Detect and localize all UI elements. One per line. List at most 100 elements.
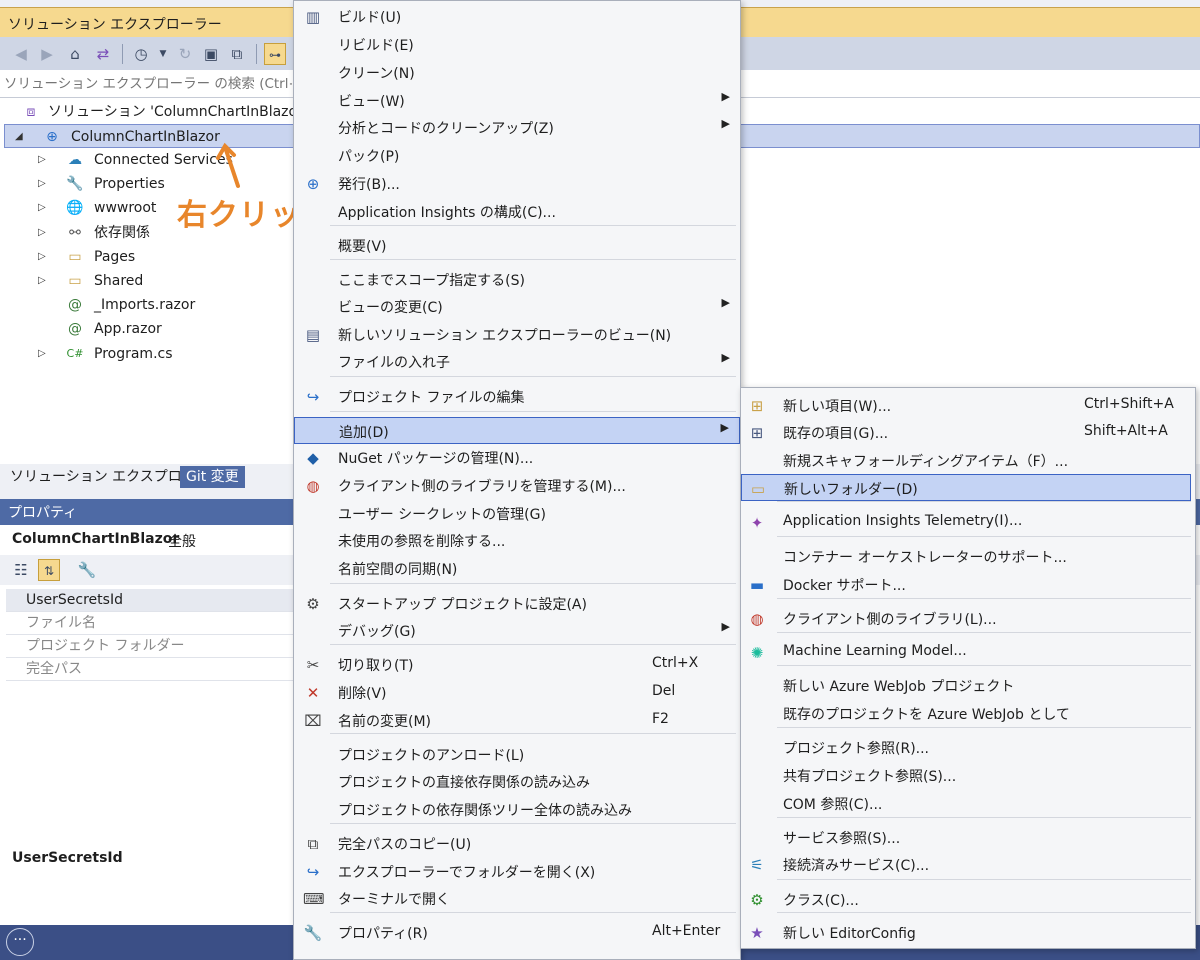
- tree-item[interactable]: ▷ ▭ Shared: [0, 269, 293, 293]
- menu-item[interactable]: ユーザー シークレットの管理(G): [294, 500, 740, 527]
- cut-icon: ✂: [306, 656, 320, 674]
- toolbar-separator: [122, 44, 123, 64]
- tab-git-changes[interactable]: Git 変更: [180, 466, 245, 488]
- menu-item[interactable]: クリーン(N): [294, 59, 740, 86]
- back-icon[interactable]: ◀: [10, 43, 32, 65]
- collapsed-arrow-icon[interactable]: ▷: [38, 172, 50, 196]
- menu-item-label: ここまでスコープ指定する(S): [338, 273, 525, 289]
- menu-item[interactable]: プロジェクトの直接依存関係の読み込み: [294, 768, 740, 795]
- property-row[interactable]: 完全パス: [6, 658, 293, 681]
- search-input[interactable]: [4, 73, 292, 95]
- expanded-arrow-icon[interactable]: ◢: [15, 125, 27, 149]
- collapsed-arrow-icon[interactable]: ▷: [38, 269, 50, 293]
- submenu-item[interactable]: コンテナー オーケストレーターのサポート...: [741, 543, 1191, 570]
- menu-item[interactable]: ◆ NuGet パッケージの管理(N)...: [294, 444, 740, 471]
- property-description-title: UserSecretsId: [12, 850, 123, 866]
- menu-item[interactable]: ◍ クライアント側のライブラリを管理する(M)...: [294, 472, 740, 499]
- menu-item[interactable]: ✕ 削除(V) Del: [294, 679, 740, 706]
- tree-item[interactable]: @ App.razor: [0, 317, 293, 341]
- menu-item[interactable]: ↪ プロジェクト ファイルの編集: [294, 383, 740, 410]
- menu-item[interactable]: ビューの変更(C) ▶: [294, 293, 740, 320]
- submenu-item[interactable]: 新しい Azure WebJob プロジェクト: [741, 672, 1191, 699]
- submenu-item[interactable]: プロジェクト参照(R)...: [741, 734, 1191, 761]
- collapsed-arrow-icon[interactable]: ▷: [38, 148, 50, 172]
- categorized-icon[interactable]: ☷: [10, 559, 32, 581]
- submenu-item[interactable]: ◍ クライアント側のライブラリ(L)...: [741, 605, 1191, 632]
- submenu-item[interactable]: ▭ 新しいフォルダー(D): [741, 474, 1191, 501]
- submenu-item[interactable]: サービス参照(S)...: [741, 824, 1191, 851]
- menu-item[interactable]: パック(P): [294, 142, 740, 169]
- menu-item[interactable]: ⚙ スタートアップ プロジェクトに設定(A): [294, 590, 740, 617]
- menu-item[interactable]: ▤ 新しいソリューション エクスプローラーのビュー(N): [294, 321, 740, 348]
- menu-item[interactable]: ここまでスコープ指定する(S): [294, 266, 740, 293]
- collapsed-arrow-icon[interactable]: ▷: [38, 196, 50, 220]
- tree-item[interactable]: @ _Imports.razor: [0, 293, 293, 317]
- pending-changes-filter-icon[interactable]: ◷: [130, 43, 152, 65]
- collapse-all-icon[interactable]: ▣: [200, 43, 222, 65]
- menu-item[interactable]: ⌧ 名前の変更(M) F2: [294, 707, 740, 734]
- property-row[interactable]: UserSecretsId: [6, 589, 293, 612]
- more-options-icon[interactable]: ···: [6, 928, 34, 956]
- menu-item[interactable]: デバッグ(G) ▶: [294, 617, 740, 644]
- menu-item[interactable]: 分析とコードのクリーンアップ(Z) ▶: [294, 114, 740, 141]
- menu-item-label: クリーン(N): [338, 66, 415, 82]
- property-row[interactable]: プロジェクト フォルダー: [6, 635, 293, 658]
- tree-item-label: Pages: [94, 248, 136, 265]
- submenu-item[interactable]: ✺ Machine Learning Model...: [741, 639, 1191, 666]
- menu-item[interactable]: ⌨ ターミナルで開く: [294, 885, 740, 912]
- menu-item[interactable]: ▥ ビルド(U): [294, 3, 740, 30]
- submenu-item[interactable]: COM 参照(C)...: [741, 790, 1191, 817]
- tree-item[interactable]: ▷ ▭ Pages: [0, 245, 293, 269]
- menu-item[interactable]: 名前空間の同期(N): [294, 555, 740, 582]
- menu-item[interactable]: ↪ エクスプローラーでフォルダーを開く(X): [294, 858, 740, 885]
- collapsed-arrow-icon[interactable]: ▷: [38, 245, 50, 269]
- submenu-item[interactable]: 共有プロジェクト参照(S)...: [741, 762, 1191, 789]
- submenu-item[interactable]: ★ 新しい EditorConfig: [741, 919, 1191, 946]
- submenu-item[interactable]: 新規スキャフォールディングアイテム（F）...: [741, 447, 1191, 474]
- client-library-icon: ◍: [306, 477, 320, 495]
- show-all-files-icon[interactable]: ⧉: [226, 43, 248, 65]
- menu-item[interactable]: ⧉ 完全パスのコピー(U): [294, 830, 740, 857]
- collapsed-arrow-icon[interactable]: ▷: [38, 221, 50, 245]
- submenu-item[interactable]: 既存のプロジェクトを Azure WebJob として: [741, 700, 1191, 727]
- menu-item[interactable]: リビルド(E): [294, 31, 740, 58]
- property-pages-wrench-icon[interactable]: 🔧: [76, 559, 98, 581]
- tree-item-solution[interactable]: ⧈ ソリューション 'ColumnChartInBlazor' (1,: [0, 100, 330, 124]
- menu-item[interactable]: 追加(D) ▶: [294, 417, 740, 444]
- switch-views-icon[interactable]: ⇄: [92, 43, 114, 65]
- menu-item[interactable]: プロジェクトの依存関係ツリー全体の読み込み: [294, 796, 740, 823]
- alphabetical-sort-icon[interactable]: ⇅: [38, 559, 60, 581]
- forward-icon[interactable]: ▶: [36, 43, 58, 65]
- rename-icon: ⌧: [304, 712, 322, 730]
- menu-item-label: プロジェクトのアンロード(L): [338, 748, 525, 764]
- razor-file-icon: @: [68, 321, 82, 338]
- collapsed-arrow-icon[interactable]: ▷: [38, 342, 50, 366]
- sync-icon[interactable]: ↻: [174, 43, 196, 65]
- menu-item[interactable]: 概要(V): [294, 232, 740, 259]
- menu-item[interactable]: Application Insights の構成(C)...: [294, 198, 740, 225]
- submenu-item[interactable]: ⊞ 新しい項目(W)... Ctrl+Shift+A: [741, 392, 1191, 419]
- submenu-item[interactable]: ⚙ クラス(C)...: [741, 886, 1191, 913]
- submenu-item[interactable]: ⊞ 既存の項目(G)... Shift+Alt+A: [741, 419, 1191, 446]
- menu-item-label: 概要(V): [338, 239, 387, 255]
- property-row[interactable]: ファイル名: [6, 612, 293, 635]
- menu-item[interactable]: ビュー(W) ▶: [294, 87, 740, 114]
- tree-item[interactable]: ▷ C# Program.cs: [0, 342, 293, 366]
- menu-item[interactable]: ファイルの入れ子 ▶: [294, 348, 740, 375]
- menu-item[interactable]: 🔧 プロパティ(R) Alt+Enter: [294, 919, 740, 946]
- menu-item[interactable]: ✂ 切り取り(T) Ctrl+X: [294, 651, 740, 678]
- submenu-item[interactable]: ▬ Docker サポート...: [741, 571, 1191, 598]
- menu-item[interactable]: 未使用の参照を削除する...: [294, 527, 740, 554]
- chevron-down-icon[interactable]: ▼: [152, 43, 174, 65]
- menu-item[interactable]: ⊕ 発行(B)...: [294, 170, 740, 197]
- connected-services-icon: ☁: [68, 152, 82, 168]
- new-view-icon: ▤: [305, 326, 321, 344]
- menu-item-label: 完全パスのコピー(U): [338, 837, 472, 853]
- menu-item[interactable]: プロジェクトのアンロード(L): [294, 741, 740, 768]
- home-icon[interactable]: ⌂: [64, 43, 86, 65]
- submenu-item[interactable]: ✦ Application Insights Telemetry(I)...: [741, 509, 1191, 536]
- menu-separator: [330, 225, 736, 226]
- menu-separator: [330, 376, 736, 377]
- properties-pane-toggle-icon[interactable]: ⊶: [264, 43, 286, 65]
- submenu-item[interactable]: ⚟ 接続済みサービス(C)...: [741, 851, 1191, 878]
